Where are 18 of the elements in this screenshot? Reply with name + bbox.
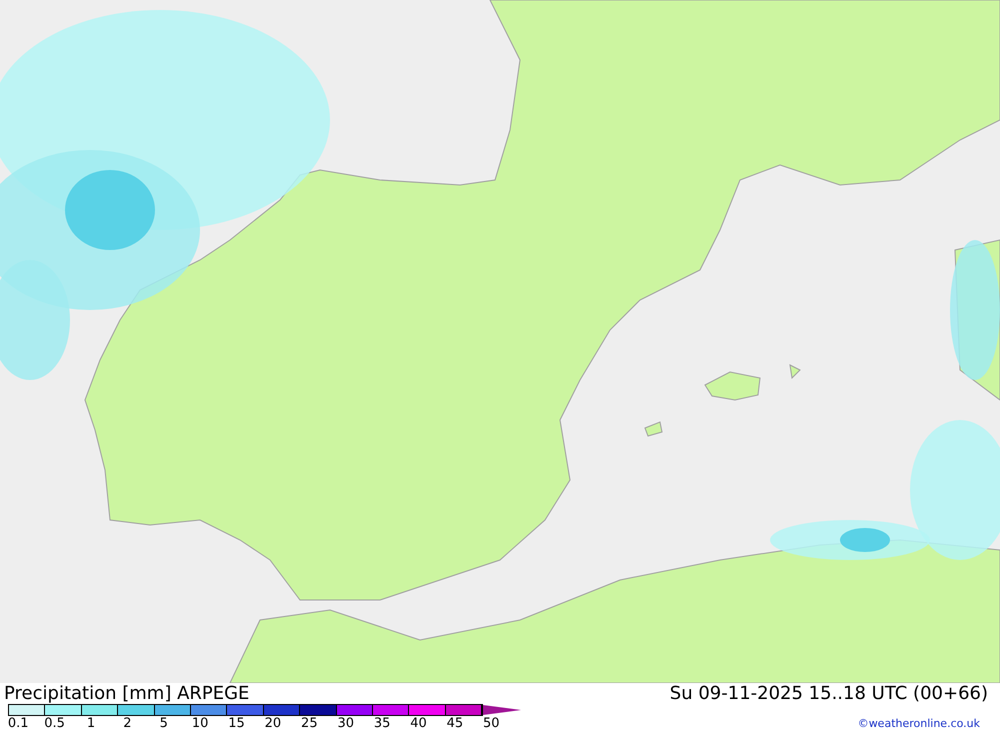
legend-label: 40 [409,716,428,731]
legend-label: 5 [158,716,169,731]
credit-link[interactable]: ©weatheronline.co.uk [858,716,980,732]
legend-label: 35 [372,716,392,731]
legend-label: 15 [227,716,246,731]
legend-label: 20 [264,716,282,731]
scale-arrow-icon [483,705,522,715]
legend-label: 2 [122,716,132,731]
legend-label: 10 [190,716,210,731]
valid-time: Su 09-11-2025 15..18 UTC (00+66) [670,682,989,706]
legend-label: 30 [336,716,355,731]
legend-label: 25 [300,716,319,731]
legend-label: 0.1 [6,716,30,731]
legend-label: 50 [482,716,501,731]
legend-label: 1 [86,716,96,731]
legend-label: 0.5 [43,716,66,731]
legend-label: 45 [446,716,464,731]
map-title: Precipitation [mm] ARPEGE [4,682,250,706]
